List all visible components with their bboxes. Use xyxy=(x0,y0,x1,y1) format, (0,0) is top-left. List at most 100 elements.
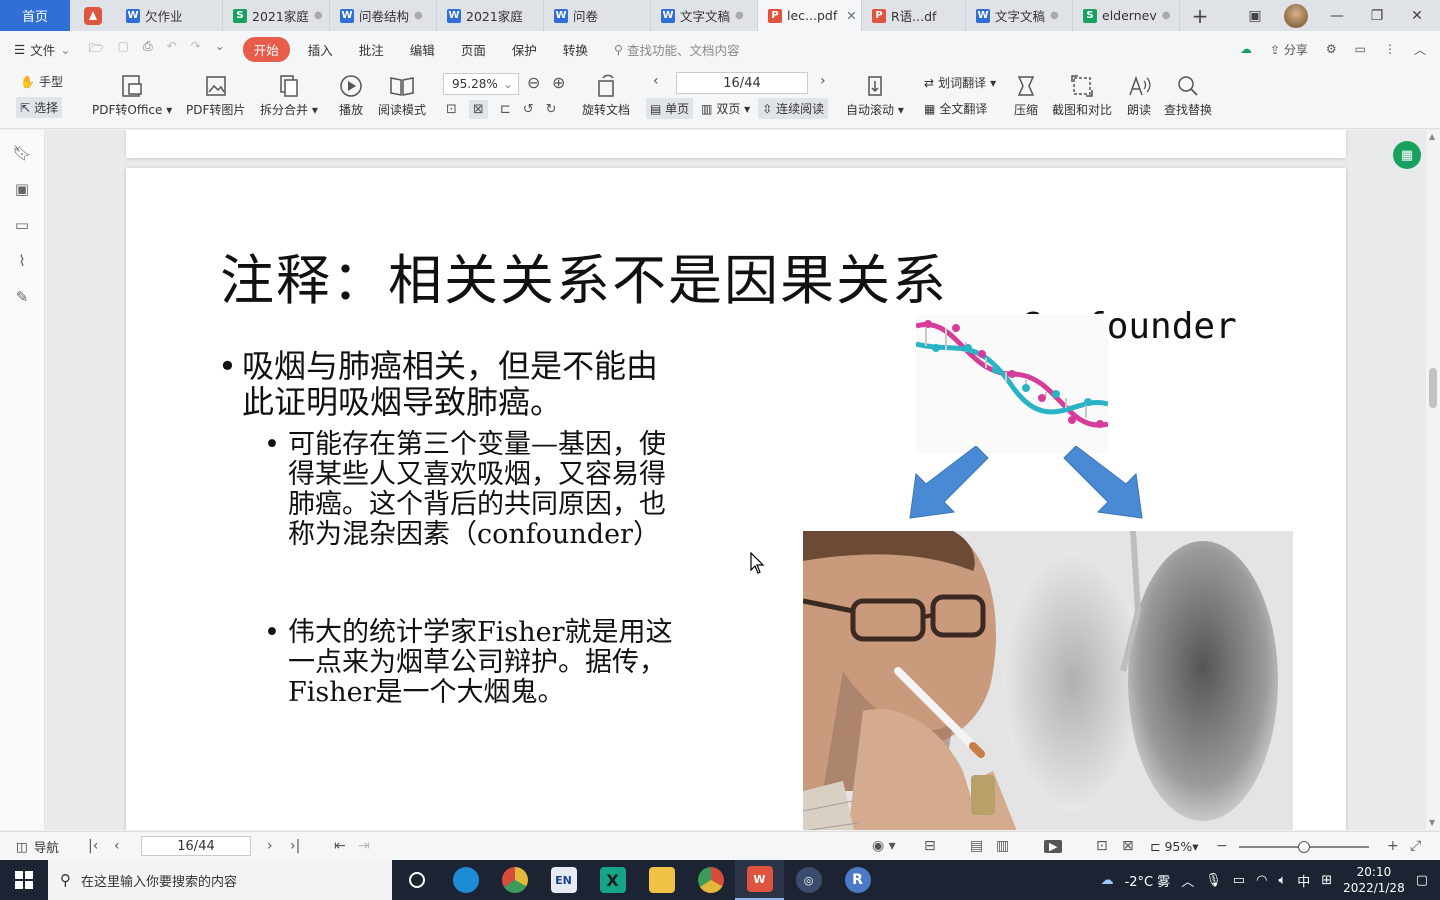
minimize-button[interactable]: — xyxy=(1326,8,1348,24)
zoom-in-icon[interactable]: + xyxy=(1387,838,1399,854)
split-merge-button[interactable]: 拆分合并 ▾ xyxy=(260,71,318,118)
pdf-to-office-button[interactable]: PDF转Office ▾ xyxy=(92,71,172,118)
fit-width-icon[interactable]: ⊏ xyxy=(500,102,511,117)
continuous-read-button[interactable]: ⇳ 连续阅读 xyxy=(758,98,829,119)
single-page-button[interactable]: ▤ 单页 xyxy=(646,98,694,119)
zoom-slider-knob[interactable] xyxy=(1298,841,1310,853)
play-icon[interactable]: ▶ xyxy=(1044,839,1063,853)
first-page-icon[interactable]: |‹ xyxy=(88,838,98,854)
wps-app-icon[interactable]: W xyxy=(735,860,784,900)
more-icon[interactable]: ⋮ xyxy=(1384,42,1396,56)
compress-button[interactable]: 压缩 xyxy=(1014,71,1038,118)
comment-icon[interactable]: ▭ xyxy=(1355,42,1366,56)
volume-icon[interactable]: 🔈︎ xyxy=(1278,873,1286,888)
print-icon[interactable]: ⎙ xyxy=(143,39,153,60)
redo-icon[interactable]: ↷ xyxy=(191,39,201,60)
cloud-sync-icon[interactable]: ☁ xyxy=(1240,42,1252,56)
ime-layout-icon[interactable]: ⊞ xyxy=(1321,873,1332,888)
rotate-document-button[interactable]: 旋转文档 xyxy=(582,71,630,118)
file-explorer-app-icon[interactable] xyxy=(637,860,686,900)
new-tab-button[interactable]: + xyxy=(1180,0,1220,31)
read-aloud-button[interactable]: 朗读 xyxy=(1126,71,1152,118)
menu-annotate[interactable]: 批注 xyxy=(359,40,384,59)
vertical-scrollbar[interactable]: ▲ ▼ xyxy=(1426,130,1440,830)
back-icon[interactable]: ⇤ xyxy=(334,838,346,854)
continuous-view-icon[interactable]: ⊟ xyxy=(924,838,936,854)
collapse-ribbon-icon[interactable]: ︿ xyxy=(1414,41,1426,58)
forward-icon[interactable]: ⇥ xyxy=(358,838,370,854)
zoom-dropdown[interactable]: ⊏ 95% ▾ xyxy=(1150,839,1199,854)
xmind-app-icon[interactable]: X xyxy=(588,860,637,900)
document-tab[interactable]: Plec...pdf ✕ xyxy=(758,0,862,31)
en-dictionary-app-icon[interactable]: EN xyxy=(539,860,588,900)
task-view-icon[interactable] xyxy=(392,860,441,900)
screenshot-compare-button[interactable]: 截图和对比 xyxy=(1052,71,1112,118)
menu-edit[interactable]: 编辑 xyxy=(410,40,435,59)
play-button[interactable]: 播放 xyxy=(338,71,364,118)
document-tab[interactable]: W 文字文稿 ● xyxy=(651,0,758,31)
attachment-icon[interactable]: ⌇ xyxy=(12,252,32,272)
zoom-select[interactable]: 95.28% ⌄ xyxy=(443,73,519,95)
chrome-canary-app-icon[interactable] xyxy=(490,860,539,900)
tab-list-icon[interactable]: ▣ xyxy=(1244,8,1266,24)
close-window-button[interactable]: ✕ xyxy=(1406,8,1428,24)
close-tab-icon[interactable]: ✕ xyxy=(846,8,856,23)
zoom-out-icon[interactable]: ⊖ xyxy=(527,73,540,92)
pdf-to-image-button[interactable]: PDF转图片 xyxy=(186,71,245,118)
start-tab[interactable]: 开始 xyxy=(242,36,290,62)
rotate-right-icon[interactable]: ↻ xyxy=(546,102,557,117)
menu-insert[interactable]: 插入 xyxy=(308,40,333,59)
prev-page-icon[interactable]: ‹ xyxy=(653,73,659,89)
autoscroll-button[interactable]: 自动滚动 ▾ xyxy=(846,71,904,118)
signature-icon[interactable]: ✎ xyxy=(12,288,32,308)
document-tab[interactable]: Seldernev ● xyxy=(1073,0,1180,31)
restore-button[interactable]: ❐ xyxy=(1366,8,1388,24)
notification-icon[interactable]: ▢ xyxy=(1416,873,1428,888)
select-tool-button[interactable]: ⇱ 选择 xyxy=(16,97,63,118)
bookmark-icon[interactable]: 🔖︎ xyxy=(12,144,32,164)
menu-protect[interactable]: 保护 xyxy=(512,40,537,59)
screen-recorder-app-icon[interactable]: ◎ xyxy=(784,860,833,900)
share-button[interactable]: ⇪ 分享 xyxy=(1270,41,1308,58)
tab-home[interactable]: 首页 xyxy=(0,0,70,31)
document-tab[interactable]: W 欠作业 xyxy=(116,0,223,31)
last-page-icon[interactable]: ›| xyxy=(290,838,300,854)
document-tab[interactable]: W 文字文稿 ● xyxy=(966,0,1073,31)
menu-page[interactable]: 页面 xyxy=(461,40,486,59)
read-mode-button[interactable]: 阅读模式 xyxy=(378,71,426,118)
clock[interactable]: 20:10 2022/1/28 xyxy=(1343,864,1405,896)
document-tab[interactable]: S 2021家庭 ● xyxy=(223,0,330,31)
fit-page-icon[interactable]: ⊠ xyxy=(468,100,488,119)
find-replace-button[interactable]: 查找替换 xyxy=(1164,71,1212,118)
battery-icon[interactable]: ▭ xyxy=(1233,873,1245,888)
ime-indicator[interactable]: 中 xyxy=(1297,871,1310,890)
hand-tool-button[interactable]: ✋ 手型 xyxy=(20,73,63,90)
single-page-view-icon[interactable]: ▤ xyxy=(970,838,983,854)
spreadsheet-float-icon[interactable]: ▦ xyxy=(1393,141,1421,169)
document-area[interactable]: 注释：相关关系不是因果关系 • 吸烟与肺癌相关，但是不能由此证明吸烟导致肺癌。 … xyxy=(46,130,1426,830)
wifi-icon[interactable]: ◠ xyxy=(1256,873,1267,888)
document-tab[interactable]: P R语...df xyxy=(862,0,966,31)
weather-text[interactable]: -2°C 雾 xyxy=(1125,871,1171,890)
rotate-left-icon[interactable]: ↺ xyxy=(523,102,534,117)
r-app-icon[interactable]: R xyxy=(833,860,882,900)
double-page-view-icon[interactable]: ▥ xyxy=(996,838,1009,854)
document-tab[interactable]: W 问卷 xyxy=(544,0,651,31)
comment-icon[interactable]: ▭ xyxy=(12,216,32,236)
document-tab[interactable]: W 2021家庭 xyxy=(437,0,544,31)
microphone-icon[interactable]: 🎙︎ xyxy=(1205,873,1222,888)
zoom-out-icon[interactable]: − xyxy=(1216,838,1228,854)
scroll-up-icon[interactable]: ▲ xyxy=(1429,132,1435,141)
more-chevron-icon[interactable]: ⌄ xyxy=(215,39,225,60)
save-icon[interactable]: ▢ xyxy=(118,39,129,60)
next-page-icon[interactable]: › xyxy=(820,73,826,89)
fit-page-icon[interactable]: ⊠ xyxy=(1122,838,1134,854)
edge-app-icon[interactable] xyxy=(441,860,490,900)
search-input[interactable]: ⚲ 查找功能、文档内容 xyxy=(614,40,740,59)
actual-size-icon[interactable]: ⊡ xyxy=(446,102,457,117)
taskbar-search-input[interactable]: ⚲ 在这里输入你要搜索的内容 xyxy=(48,860,392,900)
chrome-app-icon[interactable] xyxy=(686,860,735,900)
word-translate-button[interactable]: ⇄ 划词翻译 ▾ xyxy=(924,74,996,91)
avatar[interactable] xyxy=(1284,3,1308,28)
windows-start-button[interactable] xyxy=(0,860,48,900)
